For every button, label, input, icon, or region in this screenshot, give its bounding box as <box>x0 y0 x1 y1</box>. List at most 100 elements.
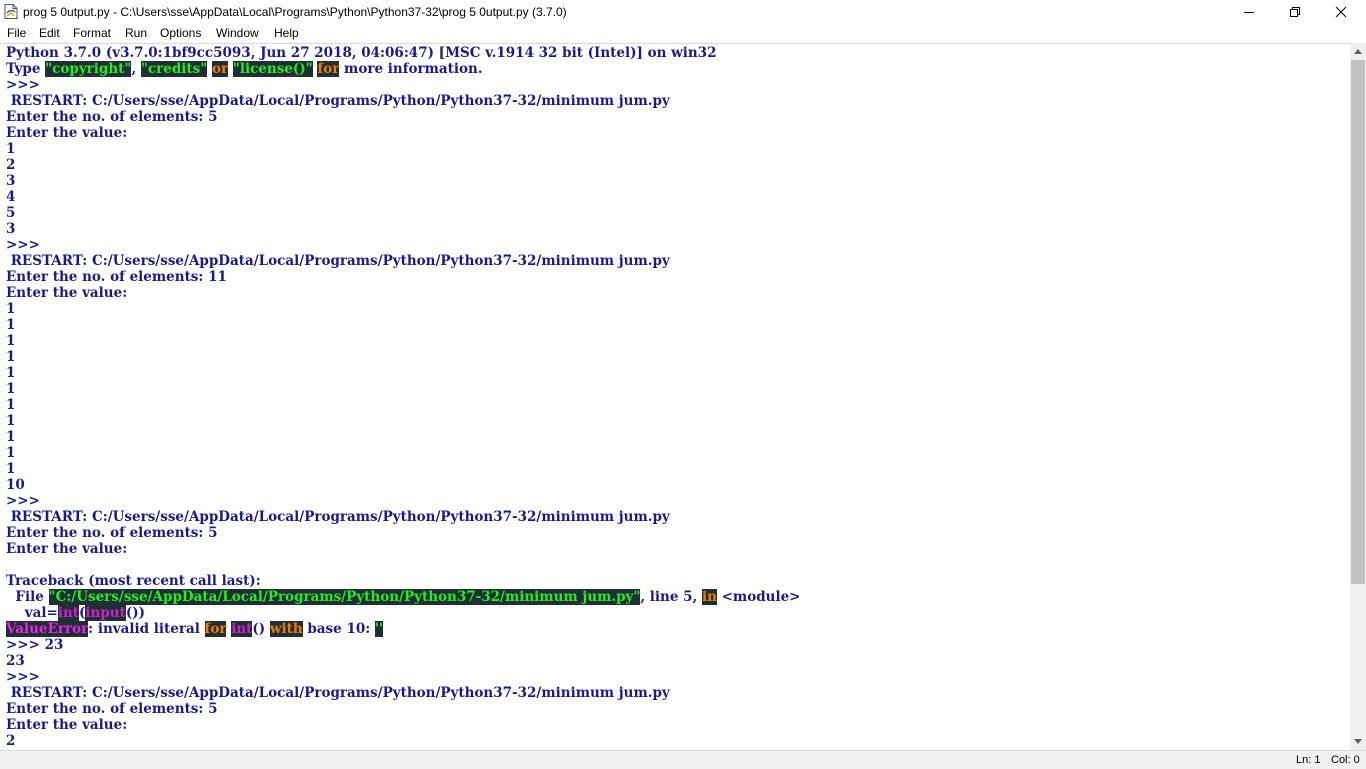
shell-line: 1 <box>6 445 1350 461</box>
shell-line: Enter the value: <box>6 125 1350 141</box>
shell-line: 1 <box>6 333 1350 349</box>
shell-line: Enter the value: <box>6 717 1350 733</box>
shell-line: RESTART: C:/Users/sse/AppData/Local/Prog… <box>6 509 1350 525</box>
scroll-up-button[interactable] <box>1350 43 1366 60</box>
shell-line: 4 <box>6 189 1350 205</box>
shell-output: Python 3.7.0 (v3.7.0:1bf9cc5093, Jun 27 … <box>0 44 1350 749</box>
menu-run[interactable]: Run <box>125 26 147 40</box>
shell-line: 5 <box>6 205 1350 221</box>
shell-text: base 10: <box>302 621 375 637</box>
shell-text: 1 <box>6 333 16 349</box>
shell-text: , line 5, <box>640 589 702 605</box>
highlighted-token: int <box>57 605 80 621</box>
status-line-number: Ln: 1 <box>1296 754 1321 766</box>
shell-text: 1 <box>6 301 16 317</box>
arrow-down-icon <box>1354 739 1362 744</box>
shell-text: 1 <box>6 397 16 413</box>
shell-line: Enter the no. of elements: 5 <box>6 109 1350 125</box>
highlighted-token: ValueError <box>6 621 89 637</box>
shell-text: 3 <box>6 173 16 189</box>
shell-text: 4 <box>6 189 16 205</box>
shell-line: Enter the no. of elements: 11 <box>6 269 1350 285</box>
highlighted-token: in <box>701 589 717 605</box>
shell-line: 23 <box>6 653 1350 669</box>
shell-text: >>> 23 <box>6 637 64 653</box>
shell-text: <module> <box>716 589 801 605</box>
menu-options[interactable]: Options <box>160 26 201 40</box>
shell-line: 3 <box>6 221 1350 237</box>
shell-text: >>> <box>6 669 45 685</box>
shell-text: 1 <box>6 317 16 333</box>
highlighted-token: with <box>269 621 303 637</box>
menu-bar: File Edit Format Run Options Window Help <box>0 23 1366 43</box>
highlighted-token: or <box>211 61 229 77</box>
highlighted-token: input <box>85 605 126 621</box>
shell-text: RESTART: C:/Users/sse/AppData/Local/Prog… <box>6 253 670 269</box>
shell-line: 1 <box>6 429 1350 445</box>
shell-text: () <box>252 621 270 637</box>
shell-line: >>> <box>6 493 1350 509</box>
highlighted-token: "copyright" <box>45 61 132 77</box>
scroll-thumb[interactable] <box>1351 60 1365 584</box>
shell-line: 1 <box>6 413 1350 429</box>
shell-text: RESTART: C:/Users/sse/AppData/Local/Prog… <box>6 685 670 701</box>
shell-text: 1 <box>6 365 16 381</box>
shell-text: Python 3.7.0 (v3.7.0:1bf9cc5093, Jun 27 … <box>6 45 717 61</box>
highlighted-token: for <box>204 621 227 637</box>
shell-text: Enter the value: <box>6 541 128 557</box>
shell-line: 3 <box>6 173 1350 189</box>
highlighted-token: int <box>231 621 253 637</box>
highlighted-token: "credits" <box>140 61 208 77</box>
shell-text: Enter the no. of elements: 5 <box>6 701 218 717</box>
shell-text: ()) <box>125 605 146 621</box>
shell-text: >>> <box>6 493 45 509</box>
title-bar: prog 5 0utput.py - C:\Users\sse\AppData\… <box>0 0 1366 23</box>
shell-line: >>> <box>6 237 1350 253</box>
highlighted-token: "C:/Users/sse/AppData/Local/Programs/Pyt… <box>48 589 641 605</box>
shell-text-area[interactable]: Python 3.7.0 (v3.7.0:1bf9cc5093, Jun 27 … <box>0 43 1350 751</box>
shell-text: 1 <box>6 413 16 429</box>
shell-line: Python 3.7.0 (v3.7.0:1bf9cc5093, Jun 27 … <box>6 45 1350 61</box>
shell-line: 1 <box>6 301 1350 317</box>
scroll-down-button[interactable] <box>1350 733 1366 750</box>
shell-text: 1 <box>6 349 16 365</box>
shell-line: ValueError: invalid literal for int() wi… <box>6 621 1350 637</box>
shell-line: 1 <box>6 381 1350 397</box>
restore-button[interactable] <box>1272 0 1318 23</box>
close-icon <box>1335 6 1347 17</box>
menu-file[interactable]: File <box>7 26 26 40</box>
shell-text: File <box>6 589 49 605</box>
shell-line: >>> 23 <box>6 637 1350 653</box>
shell-text: 1 <box>6 429 16 445</box>
close-button[interactable] <box>1318 0 1364 23</box>
shell-text: Enter the value: <box>6 717 128 733</box>
shell-text: 10 <box>6 477 25 493</box>
shell-text: Type <box>6 61 46 77</box>
idle-file-icon <box>4 4 18 19</box>
menu-format[interactable]: Format <box>73 26 111 40</box>
highlighted-token: '' <box>374 621 384 637</box>
shell-line: Enter the value: <box>6 285 1350 301</box>
shell-text: 5 <box>6 205 16 221</box>
shell-text: 1 <box>6 381 16 397</box>
menu-window[interactable]: Window <box>216 26 259 40</box>
shell-text: Enter the no. of elements: 5 <box>6 525 218 541</box>
shell-text: >>> <box>6 237 45 253</box>
shell-line: 1 <box>6 365 1350 381</box>
menu-edit[interactable]: Edit <box>39 26 60 40</box>
menu-help[interactable]: Help <box>274 26 299 40</box>
shell-text: more information. <box>339 61 483 77</box>
shell-text: val= <box>6 605 58 621</box>
shell-text: 23 <box>6 653 25 669</box>
highlighted-token: "license()" <box>232 61 313 77</box>
minimize-button[interactable] <box>1226 0 1272 23</box>
restore-icon <box>1290 6 1300 17</box>
shell-line: 2 <box>6 733 1350 749</box>
shell-text: , <box>131 61 141 77</box>
shell-text: 2 <box>6 733 16 749</box>
shell-line: Enter the value: <box>6 541 1350 557</box>
shell-line: >>> <box>6 669 1350 685</box>
vertical-scrollbar[interactable] <box>1350 43 1366 750</box>
shell-line: 1 <box>6 349 1350 365</box>
